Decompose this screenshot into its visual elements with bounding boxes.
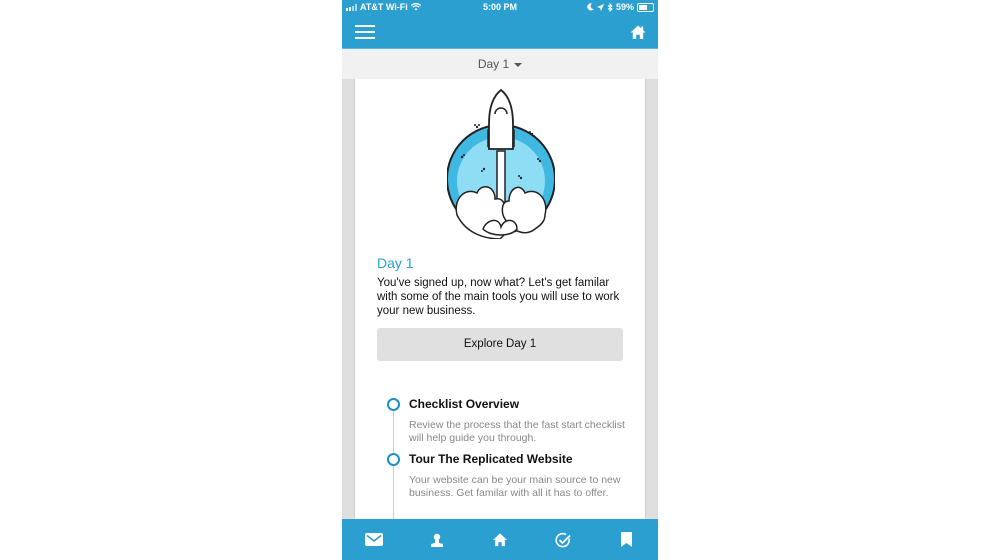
timeline-dot-icon xyxy=(387,453,400,466)
day-selector[interactable]: Day 1 xyxy=(342,49,658,79)
location-icon xyxy=(596,3,604,11)
explore-day-button[interactable]: Explore Day 1 xyxy=(377,328,623,361)
timeline-item-description: Your website can be your main source to … xyxy=(409,474,621,499)
status-bar: AT&T Wi-Fi 5:00 PM 59% xyxy=(342,0,658,16)
timeline-item-title[interactable]: Tour The Replicated Website xyxy=(409,452,573,466)
day-description: You've signed up, now what? Let's get fa… xyxy=(377,277,620,317)
day-card: Day 1 You've signed up, now what? Let's … xyxy=(354,79,646,519)
tab-checklist[interactable] xyxy=(543,525,583,555)
rocket-launch-illustration xyxy=(447,89,555,239)
battery-icon xyxy=(637,2,654,12)
timeline-dot-icon xyxy=(387,398,400,411)
timeline-item-title[interactable]: Checklist Overview xyxy=(409,397,519,411)
moon-icon xyxy=(587,3,594,11)
battery-percent: 59% xyxy=(615,2,634,12)
right-gutter xyxy=(646,79,658,519)
caret-down-icon xyxy=(514,62,523,67)
bookmark-icon xyxy=(620,532,632,547)
tab-bookmarks[interactable] xyxy=(606,525,646,555)
day-selector-label: Day 1 xyxy=(477,57,510,71)
mail-icon xyxy=(364,533,383,546)
left-gutter xyxy=(342,79,354,519)
timeline-item-description: Review the process that the fast start c… xyxy=(409,419,625,444)
nav-bar xyxy=(342,16,658,49)
profile-icon xyxy=(430,533,443,547)
phone-screen: AT&T Wi-Fi 5:00 PM 59% Day 1 Day 1 You'v… xyxy=(342,0,658,560)
day-title: Day 1 xyxy=(377,255,414,271)
home-icon xyxy=(492,533,507,547)
checklist-icon xyxy=(555,532,571,547)
bluetooth-icon xyxy=(607,2,613,12)
tab-bar xyxy=(342,519,658,560)
home-icon[interactable] xyxy=(630,24,646,40)
tab-profile[interactable] xyxy=(417,525,457,555)
tab-home[interactable] xyxy=(480,525,520,555)
tab-messages[interactable] xyxy=(354,525,394,555)
hamburger-icon[interactable] xyxy=(355,25,375,39)
